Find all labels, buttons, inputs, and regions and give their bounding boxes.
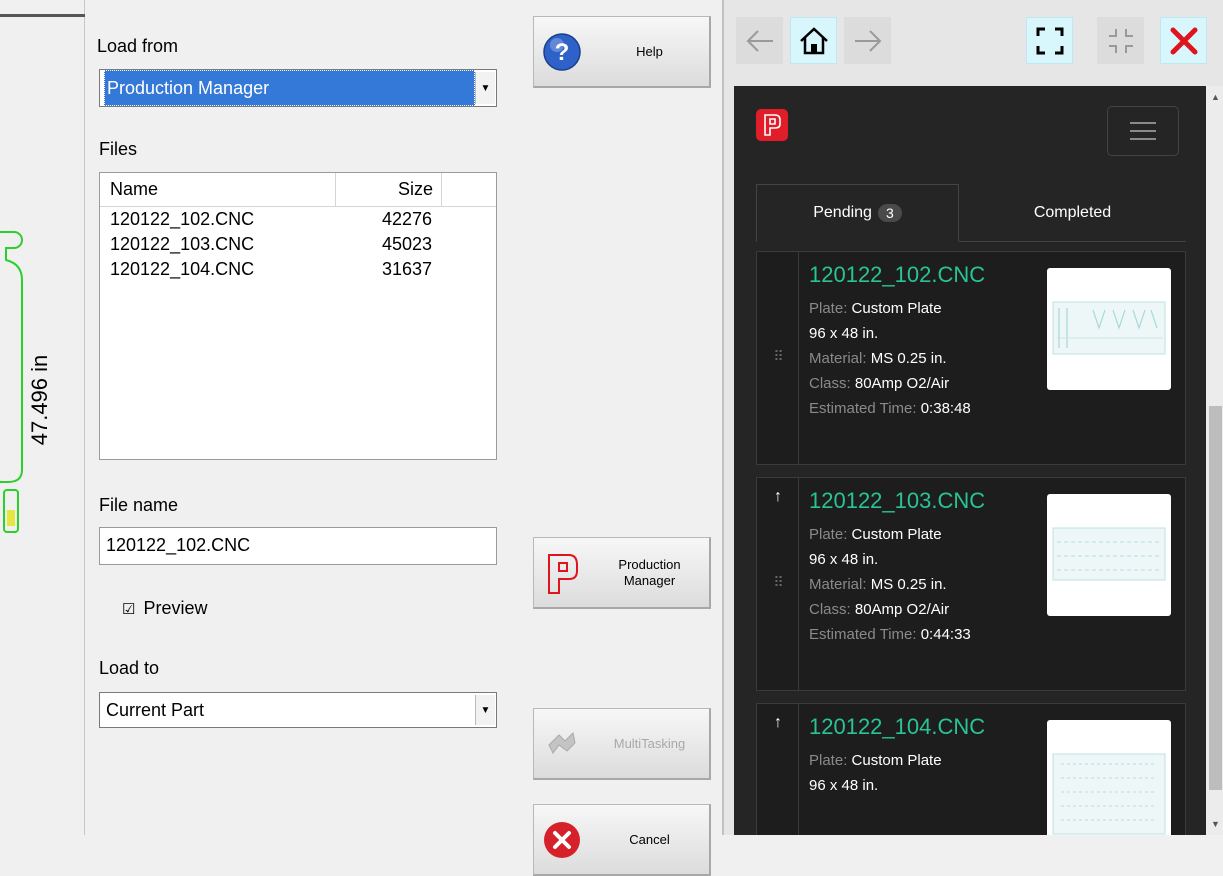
load-to-label: Load to xyxy=(99,658,160,678)
help-button-label: Help xyxy=(636,43,663,59)
file-size-cell: 45023 xyxy=(381,234,432,254)
production-manager-button[interactable]: Production Manager xyxy=(533,537,711,609)
file-name-input[interactable]: 120122_102.CNC xyxy=(99,527,497,565)
file-size-cell: 31637 xyxy=(381,259,432,279)
multitasking-button[interactable]: MultiTasking xyxy=(533,708,711,780)
production-manager-logo-icon xyxy=(756,109,788,141)
production-manager-panel: Pending 3 Completed ⠿ 120122_102.CNC Pla… xyxy=(722,0,1223,835)
tab-pending[interactable]: Pending 3 xyxy=(756,184,959,242)
checkbox-checked-icon[interactable]: ☑ xyxy=(122,600,135,618)
file-size-cell: 42276 xyxy=(381,209,432,229)
preview-checkbox[interactable]: ☑ Preview xyxy=(122,598,207,619)
production-manager-logo-icon xyxy=(534,551,590,595)
job-plate: Plate: Custom Plate xyxy=(809,752,942,769)
load-from-label: Load from xyxy=(97,36,179,56)
ruler-line xyxy=(0,14,85,17)
list-item[interactable]: 120122_102.CNC 42276 xyxy=(100,207,496,232)
drag-grip-icon[interactable]: ⠿ xyxy=(757,348,799,365)
job-size: 96 x 48 in. xyxy=(809,551,879,568)
file-name-cell: 120122_104.CNC xyxy=(110,259,255,279)
load-to-value: Current Part xyxy=(106,699,205,720)
browser-toolbar xyxy=(724,0,1223,86)
job-class: Class: 80Amp O2/Air xyxy=(809,375,950,392)
scroll-up-icon[interactable]: ▲ xyxy=(1206,92,1223,102)
production-manager-label-line2: Manager xyxy=(623,572,676,588)
nest-thumbnail[interactable] xyxy=(1047,268,1171,390)
tab-completed[interactable]: Completed xyxy=(959,184,1186,242)
job-card[interactable]: ↑ ⠿ 120122_103.CNC Plate: Custom Plate 9… xyxy=(756,477,1186,691)
scrollbar[interactable]: ▲ ▼ xyxy=(1206,86,1223,835)
preview-label: Preview xyxy=(143,598,208,618)
list-item[interactable]: 120122_103.CNC 45023 xyxy=(100,232,496,257)
job-drag-handle[interactable]: ↑ xyxy=(757,704,799,835)
home-icon[interactable] xyxy=(790,17,837,64)
cancel-icon xyxy=(534,820,590,860)
move-up-arrow-icon[interactable]: ↑ xyxy=(757,488,799,506)
drag-grip-icon[interactable]: ⠿ xyxy=(757,574,799,591)
nest-thumbnail[interactable] xyxy=(1047,494,1171,616)
job-card[interactable]: ⠿ 120122_102.CNC Plate: Custom Plate 96 … xyxy=(756,251,1186,465)
part-outline-icon xyxy=(0,231,23,533)
job-class: Class: 80Amp O2/Air xyxy=(809,601,950,618)
job-file-name[interactable]: 120122_104.CNC xyxy=(809,714,985,740)
nest-thumbnail[interactable] xyxy=(1047,720,1171,835)
job-material: Material: MS 0.25 in. xyxy=(809,350,947,367)
file-name-label: File name xyxy=(99,495,179,515)
back-arrow-icon[interactable] xyxy=(736,17,783,64)
files-list-header: Name Size xyxy=(100,173,496,207)
help-button[interactable]: ? Help xyxy=(533,16,711,88)
close-icon[interactable] xyxy=(1160,17,1207,64)
job-file-name[interactable]: 120122_102.CNC xyxy=(809,262,985,288)
job-plate: Plate: Custom Plate xyxy=(809,300,942,317)
job-size: 96 x 48 in. xyxy=(809,777,879,794)
files-list[interactable]: Name Size 120122_102.CNC 42276 120122_10… xyxy=(99,172,497,460)
job-plate: Plate: Custom Plate xyxy=(809,526,942,543)
load-from-value: Production Manager xyxy=(104,70,475,106)
job-estimated-time: Estimated Time: 0:38:48 xyxy=(809,400,971,417)
move-up-arrow-icon[interactable]: ↑ xyxy=(757,714,799,732)
column-header-size[interactable]: Size xyxy=(336,173,442,206)
fullscreen-icon[interactable] xyxy=(1026,17,1073,64)
job-drag-handle[interactable]: ⠿ xyxy=(757,252,799,464)
job-size: 96 x 48 in. xyxy=(809,325,879,342)
job-drag-handle[interactable]: ↑ ⠿ xyxy=(757,478,799,690)
load-from-select[interactable]: Production Manager ▼ xyxy=(99,69,497,107)
job-file-name[interactable]: 120122_103.CNC xyxy=(809,488,985,514)
files-label: Files xyxy=(99,139,138,159)
multitasking-button-label: MultiTasking xyxy=(613,735,686,751)
list-item[interactable]: 120122_104.CNC 31637 xyxy=(100,257,496,282)
multitasking-icon xyxy=(534,729,590,759)
file-name-cell: 120122_103.CNC xyxy=(110,234,255,254)
svg-text:?: ? xyxy=(555,39,570,66)
job-estimated-time: Estimated Time: 0:44:33 xyxy=(809,626,971,643)
pending-count-badge: 3 xyxy=(877,204,902,222)
dimension-label: 47.496 in xyxy=(27,354,52,446)
production-manager-content: Pending 3 Completed ⠿ 120122_102.CNC Pla… xyxy=(734,86,1206,835)
load-to-select[interactable]: Current Part ▼ xyxy=(99,692,497,728)
scroll-down-icon[interactable]: ▼ xyxy=(1206,819,1223,829)
chevron-down-icon[interactable]: ▼ xyxy=(475,695,495,725)
job-card[interactable]: ↑ 120122_104.CNC Plate: Custom Plate 96 … xyxy=(756,703,1186,835)
tab-pending-label: Pending xyxy=(813,204,872,221)
part-preview-strip: 47.496 in xyxy=(0,0,85,835)
job-material: Material: MS 0.25 in. xyxy=(809,576,947,593)
forward-arrow-icon[interactable] xyxy=(844,17,891,64)
job-tabs: Pending 3 Completed xyxy=(756,184,1186,242)
cancel-button[interactable]: Cancel xyxy=(533,804,711,876)
cancel-button-label: Cancel xyxy=(629,831,670,847)
scrollbar-thumb[interactable] xyxy=(1209,406,1222,790)
help-icon: ? xyxy=(534,32,590,72)
exit-fullscreen-icon[interactable] xyxy=(1097,17,1144,64)
file-name-cell: 120122_102.CNC xyxy=(110,209,255,229)
hamburger-menu-icon[interactable] xyxy=(1107,106,1179,156)
production-manager-label-line1: Production xyxy=(618,556,681,572)
production-manager-button-label: Production Manager xyxy=(590,557,709,589)
chevron-down-icon[interactable]: ▼ xyxy=(475,72,495,104)
column-header-name[interactable]: Name xyxy=(100,173,336,206)
